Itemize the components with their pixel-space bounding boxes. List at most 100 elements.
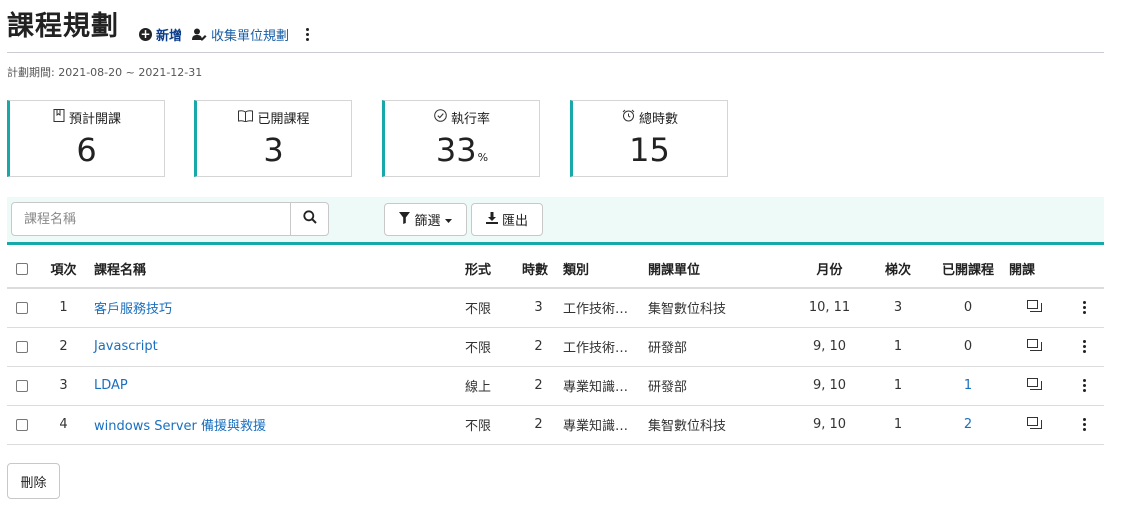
col-header-hours[interactable]: 時數 [518,250,559,289]
row-form: 不限 [461,288,518,328]
table-header-row: 項次 課程名稱 形式 時數 類別 開課單位 月份 梯次 已開課程 開課 [7,250,1104,289]
course-name-link[interactable]: 客戶服務技巧 [94,302,172,317]
percent-unit: % [477,151,489,164]
row-more-icon[interactable] [1082,418,1086,431]
row-unit: 集智數位科技 [644,405,794,445]
open-class-icon[interactable] [1027,416,1042,433]
stat-card-planned: 預計開課 6 [7,100,165,177]
row-form: 不限 [461,327,518,367]
col-header-opened[interactable]: 已開課程 [931,250,1005,289]
row-hours: 2 [518,327,559,367]
row-opened: 0 [931,327,1005,367]
stat-label: 執行率 [450,112,490,127]
table-toolbar: 篩選 匯出 [7,197,1104,245]
col-header-index[interactable]: 項次 [37,250,90,289]
row-checkbox[interactable] [16,418,28,431]
open-book-icon [238,109,254,126]
col-header-open-class: 開課 [1005,250,1064,289]
row-category: 工作技術… [559,288,644,328]
plus-circle-icon: + [139,27,152,41]
course-name-link[interactable]: LDAP [94,378,128,393]
row-category: 工作技術… [559,327,644,367]
row-hours: 2 [518,366,559,406]
page-title: 課程規劃 [7,11,119,42]
col-header-course-name[interactable]: 課程名稱 [90,250,461,289]
row-checkbox[interactable] [16,301,28,314]
table-row: 4 windows Server 備援與救援 不限 2 專業知識… 集智數位科技… [7,405,1104,445]
row-batches: 1 [865,405,931,445]
table-row: 1 客戶服務技巧 不限 3 工作技術… 集智數位科技 10, 11 3 0 [7,288,1104,328]
col-header-category[interactable]: 類別 [559,250,644,289]
row-checkbox[interactable] [16,379,28,392]
search-box [11,202,329,236]
download-icon [485,211,498,228]
page-header: 課程規劃 + 新增 收集單位規劃 [7,8,1104,53]
row-months: 9, 10 [794,327,865,367]
stat-label: 預計開課 [68,112,121,127]
select-all-checkbox[interactable] [16,262,28,275]
row-unit: 研發部 [644,366,794,406]
course-name-link[interactable]: windows Server 備援與救援 [94,419,266,434]
row-index: 3 [37,366,90,406]
col-header-unit[interactable]: 開課單位 [644,250,794,289]
open-class-icon[interactable] [1027,338,1042,355]
row-form: 線上 [461,366,518,406]
filter-label: 篩選 [414,214,441,229]
row-index: 2 [37,327,90,367]
opened-count-link[interactable]: 2 [964,417,972,432]
row-unit: 集智數位科技 [644,288,794,328]
row-months: 10, 11 [794,288,865,328]
row-checkbox[interactable] [16,340,28,353]
add-button-label: 新增 [156,29,183,44]
bookmark-icon [53,109,65,126]
col-header-batches[interactable]: 梯次 [865,250,931,289]
stat-card-execution-rate: 執行率 33% [382,100,540,177]
stat-label: 已開課程 [257,112,310,127]
row-index: 1 [37,288,90,328]
export-button[interactable]: 匯出 [471,203,543,236]
search-button[interactable] [290,203,328,235]
search-icon [302,210,317,228]
alarm-clock-icon [622,109,635,126]
filter-icon [399,211,411,228]
row-index: 4 [37,405,90,445]
row-hours: 3 [518,288,559,328]
table-row: 2 Javascript 不限 2 工作技術… 研發部 9, 10 1 0 [7,327,1104,367]
add-button[interactable]: + 新增 [139,25,182,44]
stat-value: 33 [435,131,477,169]
filter-button[interactable]: 篩選 [384,203,467,236]
check-circle-icon [434,109,447,126]
row-unit: 研發部 [644,327,794,367]
row-category: 專業知識… [559,366,644,406]
col-header-form[interactable]: 形式 [461,250,518,289]
collect-button-label: 收集單位規劃 [211,29,290,44]
row-category: 專業知識… [559,405,644,445]
table-row: 3 LDAP 線上 2 專業知識… 研發部 9, 10 1 1 [7,366,1104,406]
more-options-icon[interactable] [303,28,311,41]
opened-count-link[interactable]: 1 [964,378,972,393]
row-batches: 3 [865,288,931,328]
user-edit-icon [192,28,207,41]
stat-label: 總時數 [638,112,678,127]
col-header-months[interactable]: 月份 [794,250,865,289]
export-label: 匯出 [501,214,528,229]
collect-unit-plan-button[interactable]: 收集單位規劃 [192,25,289,44]
open-class-icon[interactable] [1027,377,1042,394]
row-months: 9, 10 [794,366,865,406]
delete-button[interactable]: 刪除 [7,463,60,499]
row-more-icon[interactable] [1082,301,1086,315]
stat-value: 15 [629,131,670,169]
row-batches: 1 [865,327,931,367]
course-name-link[interactable]: Javascript [94,339,158,354]
course-table: 項次 課程名稱 形式 時數 類別 開課單位 月份 梯次 已開課程 開課 1 客戶… [7,250,1104,445]
open-class-icon[interactable] [1027,299,1042,316]
row-hours: 2 [518,405,559,445]
search-input[interactable] [12,203,290,235]
row-batches: 1 [865,366,931,406]
stat-card-opened: 已開課程 3 [194,100,352,177]
row-opened: 0 [931,288,1005,328]
row-more-icon[interactable] [1082,340,1086,353]
row-more-icon[interactable] [1082,379,1086,392]
stat-value: 3 [263,131,284,169]
plan-period: 計劃期間: 2021-08-20 ~ 2021-12-31 [7,66,203,79]
